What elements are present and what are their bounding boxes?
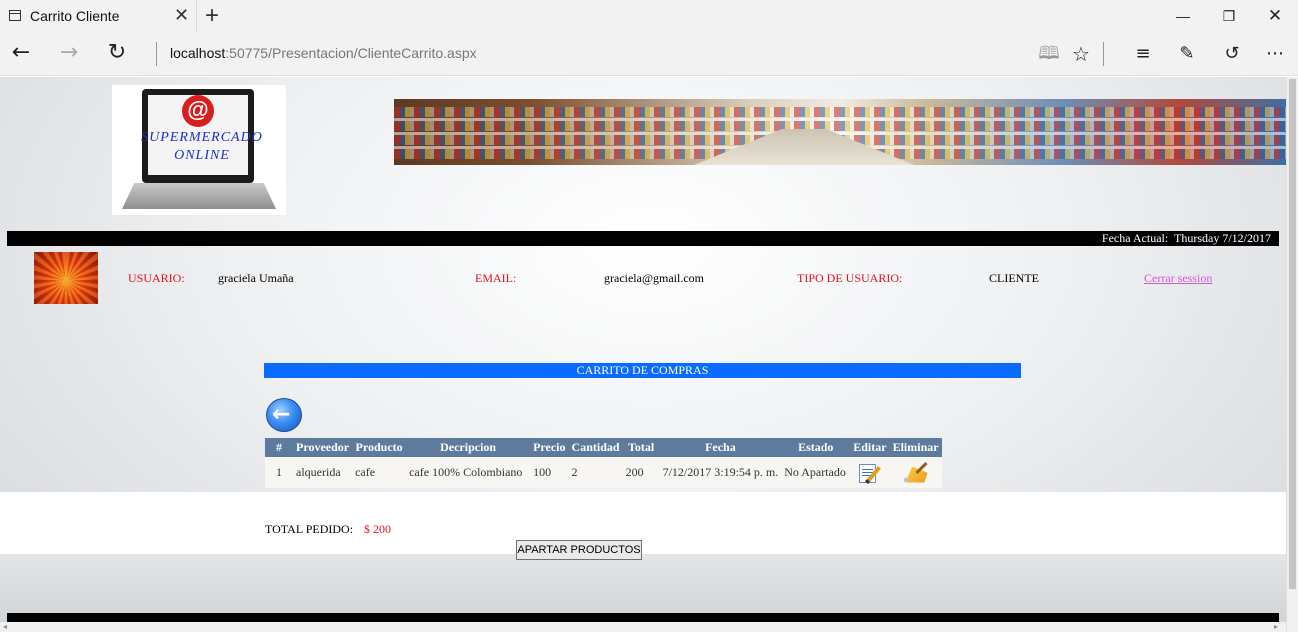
col-estado: Estado <box>781 438 851 457</box>
cell-cantidad: 2 <box>568 457 623 488</box>
col-total: Total <box>622 438 660 457</box>
tab-close-icon[interactable]: ✕ <box>174 5 189 26</box>
browser-titlebar: Carrito Cliente ✕ + — ❐ ✕ <box>0 0 1298 32</box>
current-date: Fecha Actual: Thursday 7/12/2017 <box>1102 231 1271 246</box>
browser-tab[interactable]: Carrito Cliente ✕ <box>0 0 197 32</box>
content-white-area <box>0 492 1286 554</box>
logo-text: SUPERMERCADO ONLINE <box>132 129 272 165</box>
back-arrow-button[interactable]: ← <box>266 398 302 432</box>
footer-bar <box>7 613 1279 622</box>
reading-view-icon[interactable]: 🕮 <box>1033 38 1065 70</box>
scroll-right-icon[interactable]: ▸ <box>1274 622 1278 631</box>
cell-fecha: 7/12/2017 3:19:54 p. m. <box>659 457 782 488</box>
total-pedido-value: $ 200 <box>364 522 391 536</box>
tab-title: Carrito Cliente <box>30 8 120 24</box>
date-label: Fecha Actual: <box>1101 231 1169 245</box>
col-descripcion: Decripcion <box>406 438 531 457</box>
date-value: Thursday 7/12/2017 <box>1174 231 1271 245</box>
tipo-usuario-label: TIPO DE USUARIO: <box>797 271 903 285</box>
supermarket-banner-image <box>394 99 1286 165</box>
favorite-star-icon[interactable]: ☆ <box>1065 38 1097 70</box>
scroll-left-icon[interactable]: ◂ <box>3 622 7 631</box>
email-value: graciela@gmail.com <box>604 271 705 285</box>
back-icon[interactable]: ← <box>5 38 37 70</box>
total-pedido-label: TOTAL PEDIDO: <box>265 522 354 536</box>
cell-editar <box>850 457 890 488</box>
hub-icon[interactable]: ≡ <box>1127 38 1159 70</box>
close-window-icon[interactable]: ✕ <box>1252 0 1298 32</box>
back-arrow-icon: ← <box>272 402 291 427</box>
edit-icon[interactable] <box>857 462 883 484</box>
toolbar-separator <box>1103 42 1104 66</box>
cell-descripcion: cafe 100% Colombiano <box>406 457 531 488</box>
logo-at-symbol: @ <box>182 95 214 127</box>
cart-title: CARRITO DE COMPRAS <box>264 363 1021 378</box>
cart-table: # Proveedor Producto Decripcion Precio C… <box>265 438 942 488</box>
restore-icon[interactable]: ❐ <box>1206 0 1252 32</box>
col-editar: Editar <box>850 438 890 457</box>
delete-broom-icon[interactable] <box>900 461 932 485</box>
web-note-icon[interactable]: ✎ <box>1171 38 1203 70</box>
col-proveedor: Proveedor <box>293 438 353 457</box>
scroll-thumb[interactable] <box>1289 79 1296 589</box>
cell-precio: 100 <box>530 457 569 488</box>
new-tab-icon[interactable]: + <box>205 2 219 30</box>
horizontal-scrollbar[interactable]: ◂ ▸ <box>0 622 1286 632</box>
browser-navbar: ← → ↻ localhost:50775/Presentacion/Clien… <box>0 32 1298 76</box>
address-path: :50775/Presentacion/ClienteCarrito.aspx <box>225 45 477 61</box>
minimize-icon[interactable]: — <box>1160 0 1206 32</box>
cell-total: 200 <box>622 457 660 488</box>
address-separator <box>156 42 157 66</box>
share-icon[interactable]: ↺ <box>1216 38 1248 70</box>
col-eliminar: Eliminar <box>889 438 942 457</box>
usuario-label: USUARIO: <box>128 271 185 285</box>
col-fecha: Fecha <box>659 438 782 457</box>
cell-producto: cafe <box>352 457 407 488</box>
col-num: # <box>265 438 293 457</box>
more-icon[interactable]: ⋯ <box>1259 38 1291 70</box>
cell-proveedor: alquerida <box>293 457 353 488</box>
usuario-value: graciela Umaña <box>218 271 294 285</box>
table-row: 1 alquerida cafe cafe 100% Colombiano 10… <box>265 457 942 488</box>
date-bar: Fecha Actual: Thursday 7/12/2017 <box>7 231 1279 246</box>
col-cantidad: Cantidad <box>568 438 623 457</box>
user-avatar <box>34 252 98 304</box>
logo-line-2: ONLINE <box>174 148 230 163</box>
cell-estado: No Apartado <box>781 457 851 488</box>
col-producto: Producto <box>352 438 407 457</box>
email-label: EMAIL: <box>475 271 517 285</box>
col-precio: Precio <box>530 438 569 457</box>
address-host: localhost <box>170 45 226 61</box>
logout-link[interactable]: Cerrar session <box>1144 271 1212 286</box>
page-viewport: @ SUPERMERCADO ONLINE Fecha Actual: Thur… <box>0 77 1298 632</box>
site-logo: @ SUPERMERCADO ONLINE <box>112 85 286 215</box>
cell-eliminar <box>889 457 942 488</box>
apartar-productos-button[interactable]: APARTAR PRODUCTOS <box>516 540 642 560</box>
refresh-icon[interactable]: ↻ <box>101 38 133 70</box>
address-bar[interactable]: localhost:50775/Presentacion/ClienteCarr… <box>170 45 477 61</box>
cell-num: 1 <box>265 457 293 488</box>
forward-icon[interactable]: → <box>53 38 85 70</box>
tipo-usuario-value: CLIENTE <box>989 271 1039 285</box>
vertical-scrollbar[interactable] <box>1286 77 1298 632</box>
laptop-base <box>122 183 276 209</box>
logo-line-1: SUPERMERCADO <box>141 130 263 145</box>
cart-table-header: # Proveedor Producto Decripcion Precio C… <box>265 438 942 457</box>
page-icon <box>9 10 21 21</box>
